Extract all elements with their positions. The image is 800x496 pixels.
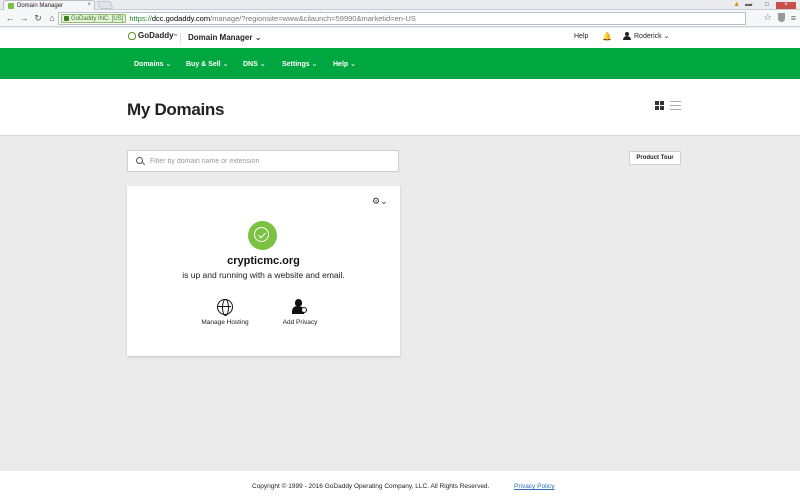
browser-toolbar: ← → ↻ ⌂ GoDaddy INC. [US] https:// dcc.g… [0, 10, 800, 27]
url-host: dcc.godaddy.com [151, 14, 211, 23]
home-icon[interactable]: ⌂ [46, 13, 58, 23]
new-tab-button[interactable] [96, 1, 114, 9]
toolbar-actions: ☆ ≡ [764, 12, 796, 23]
gear-icon[interactable]: ⚙⌄ [372, 196, 388, 207]
browser-tab[interactable]: Domain Manager × [3, 0, 95, 10]
footer: Copyright © 1999 - 2016 GoDaddy Operatin… [0, 471, 800, 496]
nav-dns[interactable]: DNS ⌄ [243, 60, 266, 68]
check-circle-icon [248, 221, 277, 250]
nav-label: DNS [243, 61, 258, 68]
product-label: Domain Manager [188, 33, 253, 42]
header-divider [180, 33, 181, 43]
search-icon [136, 156, 145, 166]
chevron-down-icon: ⌄ [165, 61, 172, 68]
window-close-button[interactable]: × [776, 1, 796, 9]
help-link[interactable]: Help [574, 33, 588, 40]
back-arrow-icon[interactable]: ← [4, 13, 16, 23]
url-scheme: https:// [129, 14, 152, 23]
warning-icon[interactable]: ▲ [733, 1, 740, 8]
list-view-icon[interactable] [670, 101, 681, 110]
url-path: /manage/?regionsite=www&cilaunch=59990&m… [210, 14, 416, 23]
tab-title: Domain Manager [17, 2, 64, 9]
forward-arrow-icon[interactable]: → [18, 13, 30, 23]
site-header: GoDaddy ™ Domain Manager ⌄ Help 🔔 Roderic… [0, 28, 800, 48]
globe-icon [217, 299, 233, 316]
manage-hosting-button[interactable]: Manage Hosting [190, 299, 260, 326]
menu-icon[interactable]: ≡ [791, 13, 796, 23]
browser-tabbar: Domain Manager × ▲ ▬ – □ × [0, 0, 800, 10]
domain-filter [127, 150, 399, 172]
godaddy-favicon-icon [8, 2, 14, 9]
window-controls: – □ × [744, 0, 796, 10]
title-band: My Domains [0, 79, 800, 136]
nav-help[interactable]: Help ⌄ [333, 60, 356, 68]
action-label: Manage Hosting [201, 319, 249, 326]
product-menu[interactable]: Domain Manager ⌄ [188, 33, 261, 42]
nav-settings[interactable]: Settings ⌄ [282, 60, 317, 68]
logo-text: GoDaddy [138, 31, 174, 40]
add-privacy-button[interactable]: Add Privacy [265, 299, 335, 326]
nav-label: Settings [282, 61, 310, 68]
chevron-down-icon: ⌄ [222, 61, 229, 68]
nav-buy-sell[interactable]: Buy & Sell ⌄ [186, 60, 228, 68]
chevron-down-icon: ⌄ [311, 61, 318, 68]
privacy-icon [292, 299, 308, 315]
copyright-text: Copyright © 1999 - 2016 GoDaddy Operatin… [252, 483, 490, 490]
lock-icon [64, 16, 69, 21]
godaddy-logo-icon [128, 31, 136, 40]
main-nav: Domains ⌄ Buy & Sell ⌄ DNS ⌄ Settings ⌄ … [0, 48, 800, 79]
nav-label: Domains [134, 61, 164, 68]
grid-view-icon[interactable] [655, 101, 665, 110]
domain-card: ⚙⌄ crypticmc.org is up and running with … [127, 186, 400, 356]
chevron-down-icon: ⌄ [259, 61, 266, 68]
page-title: My Domains [127, 100, 225, 119]
user-menu[interactable]: Roderick ⌄ [623, 32, 669, 40]
minimize-button[interactable]: – [744, 2, 758, 9]
ev-label: GoDaddy INC. [US] [71, 15, 124, 22]
product-tour-button[interactable]: Product Tour [629, 151, 681, 165]
chevron-down-icon: ⌄ [254, 33, 262, 42]
address-bar[interactable]: GoDaddy INC. [US] https:// dcc.godaddy.c… [58, 12, 746, 25]
godaddy-logo[interactable]: GoDaddy ™ [128, 31, 178, 40]
chevron-down-icon: ⌄ [350, 61, 356, 68]
domain-status: is up and running with a website and ema… [182, 270, 345, 280]
nav-label: Help [333, 61, 349, 68]
search-input[interactable] [150, 157, 390, 165]
user-name: Roderick [634, 32, 662, 40]
bookmark-star-icon[interactable]: ☆ [764, 12, 772, 23]
ev-certificate-badge[interactable]: GoDaddy INC. [US] [61, 14, 127, 23]
nav-label: Buy & Sell [186, 61, 221, 68]
user-icon [623, 32, 631, 40]
bell-icon[interactable]: 🔔 [602, 32, 612, 41]
shield-extension-icon[interactable] [777, 13, 785, 22]
reload-icon[interactable]: ↻ [32, 13, 44, 24]
nav-domains[interactable]: Domains ⌄ [134, 60, 171, 68]
tab-close-icon[interactable]: × [87, 2, 91, 8]
action-label: Add Privacy [282, 319, 318, 326]
privacy-policy-link[interactable]: Privacy Policy [514, 483, 554, 490]
chevron-down-icon: ⌄ [661, 33, 670, 40]
maximize-button[interactable]: □ [760, 2, 774, 9]
domain-name[interactable]: crypticmc.org [127, 255, 400, 267]
